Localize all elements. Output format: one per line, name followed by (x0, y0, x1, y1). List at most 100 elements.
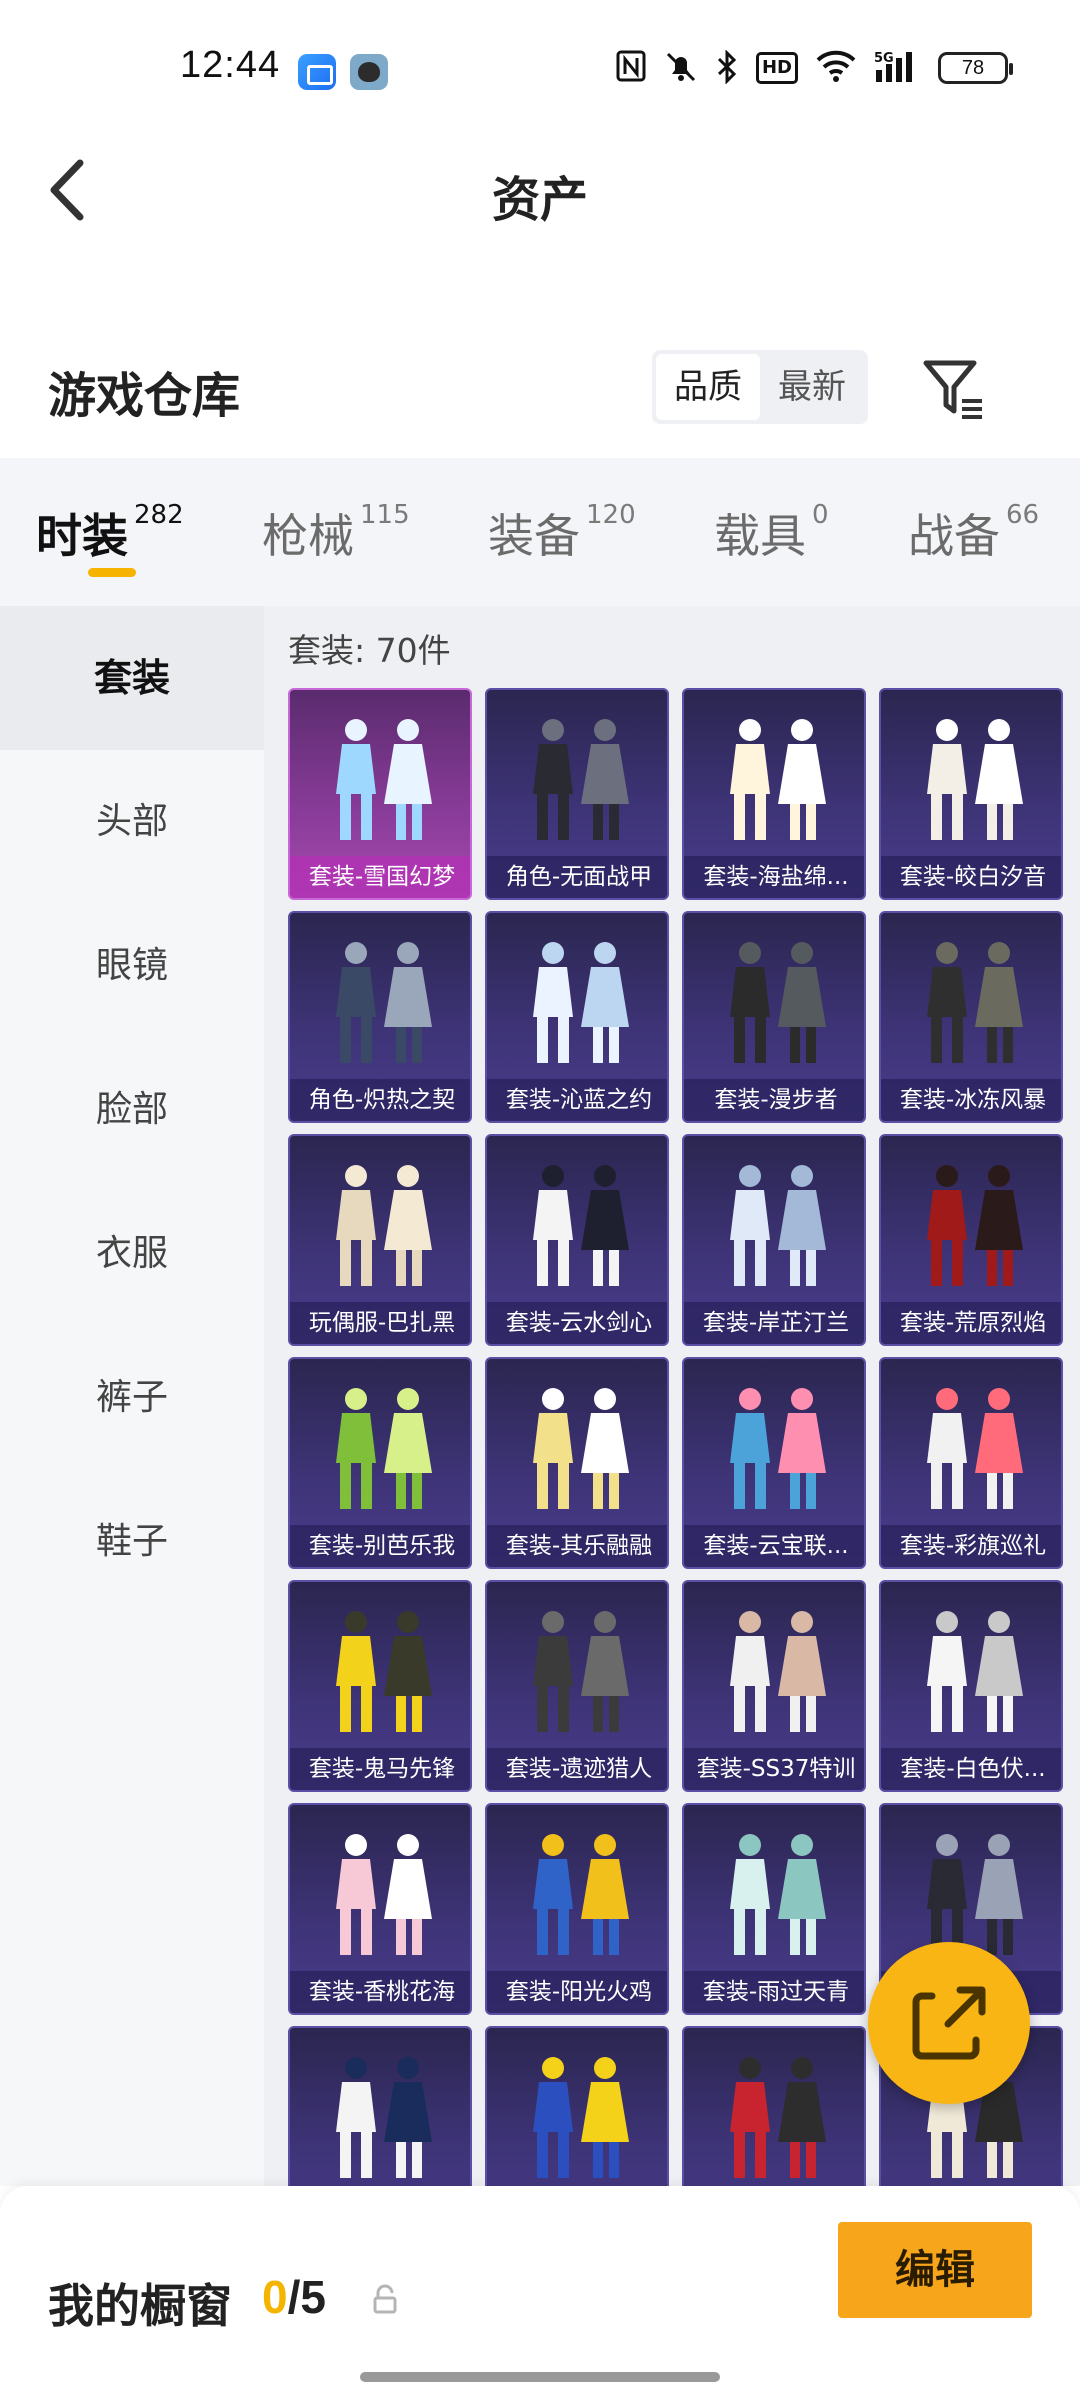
warehouse-title: 游戏仓库 (48, 368, 241, 424)
outfit-name: 角色-无面战甲 (487, 856, 667, 898)
outfit-card[interactable] (288, 2026, 472, 2186)
outfit-card[interactable]: 套装-别芭乐我 (288, 1357, 472, 1569)
outfit-card[interactable]: 套装-云宝联... (682, 1357, 866, 1569)
outfit-card[interactable]: 套装-雨过天青 (682, 1803, 866, 2015)
share-fab-button[interactable] (868, 1942, 1030, 2104)
tab-count: 282 (134, 500, 184, 530)
outfit-card[interactable]: 套装-白色伏... (879, 1580, 1063, 1792)
outfit-card[interactable]: 玩偶服-巴扎黑 (288, 1134, 472, 1346)
subcategory-face[interactable]: 脸部 (0, 1038, 264, 1182)
outfit-image (336, 1388, 432, 1509)
sort-quality-button[interactable]: 品质 (656, 354, 760, 420)
outfit-card[interactable]: 套装-漫步者 (682, 911, 866, 1123)
outfit-image (730, 942, 826, 1063)
outfit-name: 套装-冰冻风暴 (881, 1079, 1061, 1121)
outfit-name: 套装-香桃花海 (290, 1971, 470, 2013)
outfit-image (336, 1165, 432, 1286)
home-indicator (360, 2372, 720, 2382)
outfit-image (730, 2057, 826, 2178)
edit-button[interactable]: 编辑 (838, 2222, 1032, 2318)
category-tabs: 时装 282 枪械 115 装备 120 载具 0 战备 66 (0, 458, 1080, 606)
outfit-image (533, 719, 629, 840)
svg-text:5G: 5G (874, 51, 894, 66)
outfit-name: 套装-漫步者 (684, 1079, 864, 1121)
outfit-name: 套装-白色伏... (881, 1748, 1061, 1790)
outfit-image (336, 1834, 432, 1955)
outfit-image (730, 1388, 826, 1509)
outfit-image (730, 719, 826, 840)
outfit-image (336, 1611, 432, 1732)
outfit-name: 套装-鬼马先锋 (290, 1748, 470, 1790)
outfit-name: 套装-彩旗巡礼 (881, 1525, 1061, 1567)
outfit-card[interactable]: 套装-云水剑心 (485, 1134, 669, 1346)
outfit-image (533, 942, 629, 1063)
suit-count-label: 套装: 70件 (288, 631, 451, 670)
outfit-name: 套装-其乐融融 (487, 1525, 667, 1567)
tab-vehicles[interactable]: 载具 0 (714, 500, 829, 566)
outfit-card[interactable]: 套装-荒原烈焰 (879, 1134, 1063, 1346)
outfit-card[interactable]: 套装-阳光火鸡 (485, 1803, 669, 2015)
filter-button[interactable] (920, 355, 988, 423)
subcategory-sidebar: 套装 头部 眼镜 脸部 衣服 裤子 鞋子 (0, 606, 264, 2186)
outfit-name: 套装-岸芷汀兰 (684, 1302, 864, 1344)
outfit-card[interactable]: 套装-皎白汐音 (879, 688, 1063, 900)
subcategory-glasses[interactable]: 眼镜 (0, 894, 264, 1038)
outfit-card[interactable]: 套装-彩旗巡礼 (879, 1357, 1063, 1569)
outfit-name: 套装-雨过天青 (684, 1971, 864, 2013)
subcategory-pants[interactable]: 裤子 (0, 1326, 264, 1470)
active-tab-indicator (88, 568, 136, 577)
outfit-image (730, 1834, 826, 1955)
outfit-name: 角色-炽热之契 (290, 1079, 470, 1121)
outfit-card[interactable] (682, 2026, 866, 2186)
outfit-image (927, 1165, 1023, 1286)
subcategory-shoes[interactable]: 鞋子 (0, 1470, 264, 1614)
subcategory-suit[interactable]: 套装 (0, 606, 264, 750)
outfit-image (533, 1834, 629, 1955)
outfit-card[interactable]: 套装-岸芷汀兰 (682, 1134, 866, 1346)
outfit-image (927, 1611, 1023, 1732)
outfit-card[interactable] (485, 2026, 669, 2186)
outfit-card[interactable]: 角色-炽热之契 (288, 911, 472, 1123)
outfit-name: 套装-海盐绵... (684, 856, 864, 898)
outfit-card[interactable]: 套装-香桃花海 (288, 1803, 472, 2015)
subcategory-head[interactable]: 头部 (0, 750, 264, 894)
outfit-card[interactable]: 套装-SS37特训 (682, 1580, 866, 1792)
outfit-image (927, 1388, 1023, 1509)
subcategory-clothes[interactable]: 衣服 (0, 1182, 264, 1326)
status-time: 12:44 (180, 44, 281, 86)
outfit-name: 套装-云宝联... (684, 1525, 864, 1567)
sort-newest-button[interactable]: 最新 (760, 354, 864, 420)
nfc-icon (616, 50, 646, 86)
outfit-name: 套装-荒原烈焰 (881, 1302, 1061, 1344)
outfit-card[interactable]: 套装-冰冻风暴 (879, 911, 1063, 1123)
outfit-image (336, 942, 432, 1063)
outfit-name: 套装-云水剑心 (487, 1302, 667, 1344)
filter-icon (923, 360, 982, 419)
outfit-card[interactable]: 套装-其乐融融 (485, 1357, 669, 1569)
tab-guns[interactable]: 枪械 115 (262, 500, 410, 566)
outfit-image (730, 1611, 826, 1732)
outfit-card[interactable]: 套装-雪国幻梦 (288, 688, 472, 900)
tab-label: 装备 (488, 509, 580, 563)
showcase-label: 我的橱窗 (48, 2279, 232, 2333)
outfit-image (730, 1165, 826, 1286)
battery-indicator: 78 (938, 52, 1013, 84)
outfit-name: 玩偶服-巴扎黑 (290, 1302, 470, 1344)
outfit-image (533, 1611, 629, 1732)
outfit-name: 套装-别芭乐我 (290, 1525, 470, 1567)
status-bar: 12:44 HD 5G 78 (0, 0, 1080, 140)
wifi-icon (816, 50, 856, 86)
outfit-card[interactable]: 套装-海盐绵... (682, 688, 866, 900)
outfit-name: 套装-SS37特训 (684, 1748, 864, 1790)
outfit-card[interactable]: 角色-无面战甲 (485, 688, 669, 900)
tab-equipment[interactable]: 装备 120 (488, 500, 636, 566)
tab-count: 120 (586, 500, 636, 530)
tab-supplies[interactable]: 战备 66 (908, 500, 1039, 566)
outfit-image (336, 719, 432, 840)
tab-fashion[interactable]: 时装 282 (36, 500, 184, 566)
outfit-name: 套装-阳光火鸡 (487, 1971, 667, 2013)
showcase-current: 0 (262, 2271, 288, 2323)
outfit-card[interactable]: 套装-沁蓝之约 (485, 911, 669, 1123)
outfit-card[interactable]: 套装-遗迹猎人 (485, 1580, 669, 1792)
outfit-card[interactable]: 套装-鬼马先锋 (288, 1580, 472, 1792)
